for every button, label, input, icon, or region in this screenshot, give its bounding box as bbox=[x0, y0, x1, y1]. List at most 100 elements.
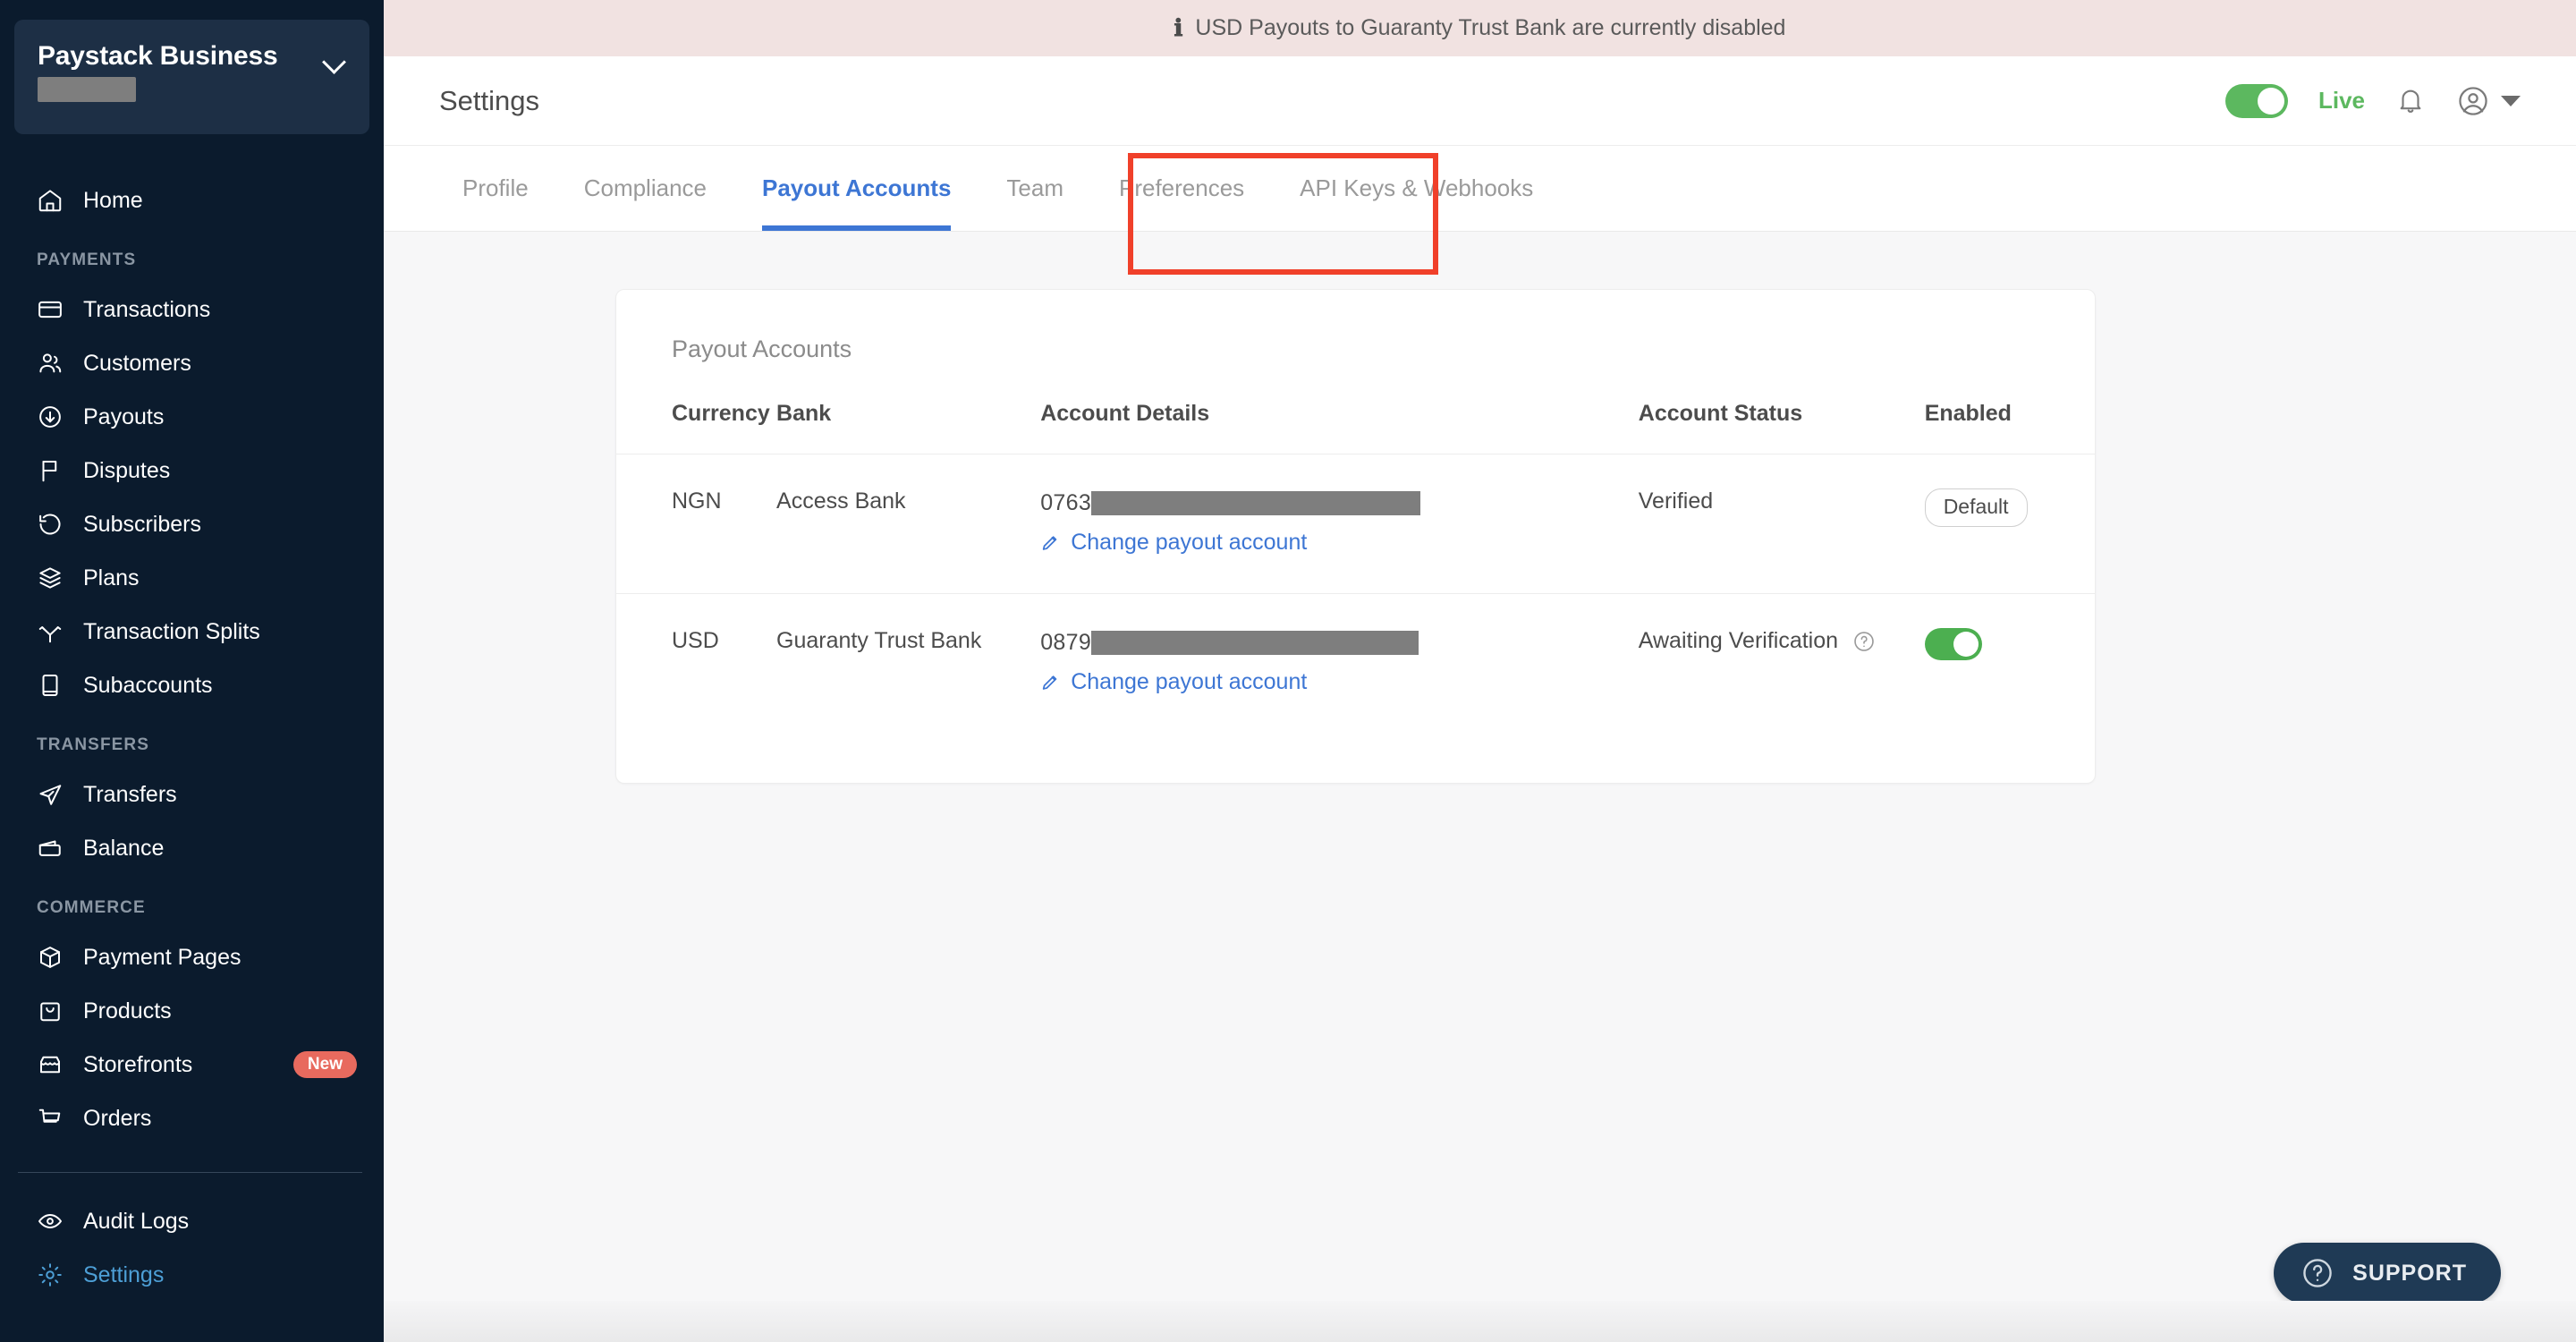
table-body: NGN Access Bank 0763 Change payout accou… bbox=[616, 454, 2095, 734]
enabled-toggle[interactable] bbox=[1924, 628, 1982, 660]
sidebar-item-subaccounts[interactable]: Subaccounts bbox=[0, 658, 384, 712]
user-circle-icon bbox=[2459, 86, 2487, 115]
sidebar-item-home[interactable]: Home bbox=[0, 174, 384, 227]
business-switcher[interactable]: Paystack Business bbox=[14, 20, 369, 134]
sidebar-nav-scroll[interactable]: Home PAYMENTS Transactions Customers Pay… bbox=[0, 152, 384, 1172]
sidebar-item-plans[interactable]: Plans bbox=[0, 551, 384, 605]
content-area: Payout Accounts Currency Bank Account De… bbox=[384, 232, 2576, 1342]
cell-bank: Guaranty Trust Bank bbox=[776, 628, 982, 653]
tab-label: Profile bbox=[462, 174, 529, 201]
pencil-icon bbox=[1040, 673, 1060, 692]
change-payout-account-link[interactable]: Change payout account bbox=[1040, 669, 1639, 695]
sidebar-item-label: Transactions bbox=[83, 296, 211, 322]
sidebar-item-subscribers[interactable]: Subscribers bbox=[0, 497, 384, 551]
tab-team[interactable]: Team bbox=[979, 146, 1091, 231]
sidebar-section-payments: PAYMENTS bbox=[37, 251, 137, 269]
support-button[interactable]: SUPPORT bbox=[2274, 1243, 2501, 1304]
topbar: Settings Live bbox=[384, 56, 2576, 146]
toggle-knob bbox=[2257, 87, 2284, 115]
settings-tabs: Profile Compliance Payout Accounts Team … bbox=[384, 146, 2576, 275]
users-icon bbox=[37, 350, 64, 377]
sidebar-item-label: Settings bbox=[83, 1261, 165, 1287]
tab-profile[interactable]: Profile bbox=[439, 146, 556, 231]
sidebar-item-label: Subscribers bbox=[83, 511, 201, 537]
info-icon: ℹ bbox=[1174, 14, 1183, 41]
tab-payout-accounts[interactable]: Payout Accounts bbox=[734, 146, 979, 231]
sidebar-item-label: Transaction Splits bbox=[83, 618, 260, 644]
credit-card-icon bbox=[37, 296, 64, 323]
pencil-icon bbox=[1040, 533, 1060, 553]
sidebar-item-label: Balance bbox=[83, 835, 165, 861]
gear-icon bbox=[37, 1261, 64, 1288]
sidebar-item-transaction-splits[interactable]: Transaction Splits bbox=[0, 605, 384, 658]
account-number-line: 0879 bbox=[1040, 628, 1639, 657]
cell-currency: USD bbox=[672, 628, 719, 653]
default-badge: Default bbox=[1924, 488, 2028, 527]
payout-accounts-card: Payout Accounts Currency Bank Account De… bbox=[615, 289, 2096, 784]
split-icon bbox=[37, 618, 64, 645]
sidebar-item-label: Orders bbox=[83, 1105, 152, 1131]
eye-icon bbox=[37, 1208, 64, 1235]
sidebar-item-customers[interactable]: Customers bbox=[0, 336, 384, 390]
account-menu[interactable] bbox=[2456, 84, 2521, 118]
account-number-line: 0763 bbox=[1040, 488, 1639, 517]
bottom-gradient bbox=[384, 1301, 2576, 1342]
help-circle-icon[interactable] bbox=[1852, 630, 1876, 653]
topbar-actions: Live bbox=[2224, 83, 2521, 118]
sidebar-item-payouts[interactable]: Payouts bbox=[0, 390, 384, 444]
arrow-down-circle-icon bbox=[37, 403, 64, 430]
sidebar-item-balance[interactable]: Balance bbox=[0, 821, 384, 875]
live-mode-toggle[interactable] bbox=[2224, 83, 2288, 118]
business-info: Paystack Business bbox=[38, 38, 278, 102]
alert-banner: ℹ USD Payouts to Guaranty Trust Bank are… bbox=[384, 0, 2576, 56]
sidebar-item-label: Transfers bbox=[83, 781, 177, 807]
sidebar-item-disputes[interactable]: Disputes bbox=[0, 444, 384, 497]
sidebar-item-transactions[interactable]: Transactions bbox=[0, 283, 384, 336]
table-head: Currency Bank Account Details Account St… bbox=[616, 401, 2095, 454]
sidebar-section-commerce: COMMERCE bbox=[37, 898, 146, 917]
payout-accounts-table: Currency Bank Account Details Account St… bbox=[616, 401, 2095, 733]
send-icon bbox=[37, 781, 64, 808]
status-wrapper: Awaiting Verification bbox=[1639, 628, 1925, 654]
sidebar-divider bbox=[18, 1172, 362, 1173]
business-name: Paystack Business bbox=[38, 41, 278, 71]
cell-account-details: 0879 Change payout account bbox=[1040, 594, 1639, 734]
cell-currency: NGN bbox=[616, 454, 777, 594]
column-header-currency: Currency bbox=[616, 401, 777, 454]
sidebar-section-transfers: TRANSFERS bbox=[37, 735, 150, 754]
chevron-down-icon[interactable] bbox=[323, 50, 346, 73]
sidebar-item-label: Subaccounts bbox=[83, 672, 213, 698]
sidebar-item-transfers[interactable]: Transfers bbox=[0, 768, 384, 821]
cart-icon bbox=[37, 1105, 64, 1132]
sidebar-item-payment-pages[interactable]: Payment Pages bbox=[0, 930, 384, 984]
storefronts-new-badge: New bbox=[292, 1051, 357, 1078]
tab-label: Compliance bbox=[583, 174, 707, 201]
sidebar-item-label: Audit Logs bbox=[83, 1208, 190, 1234]
tab-label: Preferences bbox=[1118, 174, 1245, 201]
flag-icon bbox=[37, 457, 64, 484]
sidebar-item-label: Home bbox=[83, 187, 143, 213]
status-text: Awaiting Verification bbox=[1638, 628, 1839, 653]
sidebar-item-label: Storefronts bbox=[83, 1051, 193, 1077]
change-payout-account-link[interactable]: Change payout account bbox=[1040, 530, 1639, 556]
sidebar-item-products[interactable]: Products bbox=[0, 984, 384, 1038]
business-subtitle-redacted bbox=[38, 77, 136, 102]
tab-label: Payout Accounts bbox=[762, 174, 952, 201]
account-number-prefix: 0763 bbox=[1040, 489, 1092, 515]
page-title: Settings bbox=[439, 84, 540, 116]
tab-compliance[interactable]: Compliance bbox=[556, 146, 734, 231]
sidebar-item-label: Customers bbox=[83, 350, 191, 376]
book-icon bbox=[37, 672, 64, 699]
sidebar-item-audit-logs[interactable]: Audit Logs bbox=[0, 1194, 384, 1248]
column-header-account-status: Account Status bbox=[1638, 401, 1925, 454]
sidebar-item-storefronts[interactable]: Storefronts New bbox=[0, 1038, 384, 1091]
sidebar-item-orders[interactable]: Orders bbox=[0, 1091, 384, 1145]
sidebar-item-settings[interactable]: Settings bbox=[0, 1248, 384, 1302]
change-payout-account-label: Change payout account bbox=[1071, 530, 1308, 555]
bell-icon[interactable] bbox=[2395, 86, 2426, 116]
toggle-knob bbox=[1953, 632, 1979, 657]
tab-preferences[interactable]: Preferences bbox=[1091, 146, 1272, 231]
app-root: Paystack Business Home PAYMENTS Transact… bbox=[0, 0, 2576, 1342]
cell-enabled: Default bbox=[1924, 454, 2095, 594]
tab-api-keys-webhooks[interactable]: API Keys & Webhooks bbox=[1272, 146, 1561, 231]
